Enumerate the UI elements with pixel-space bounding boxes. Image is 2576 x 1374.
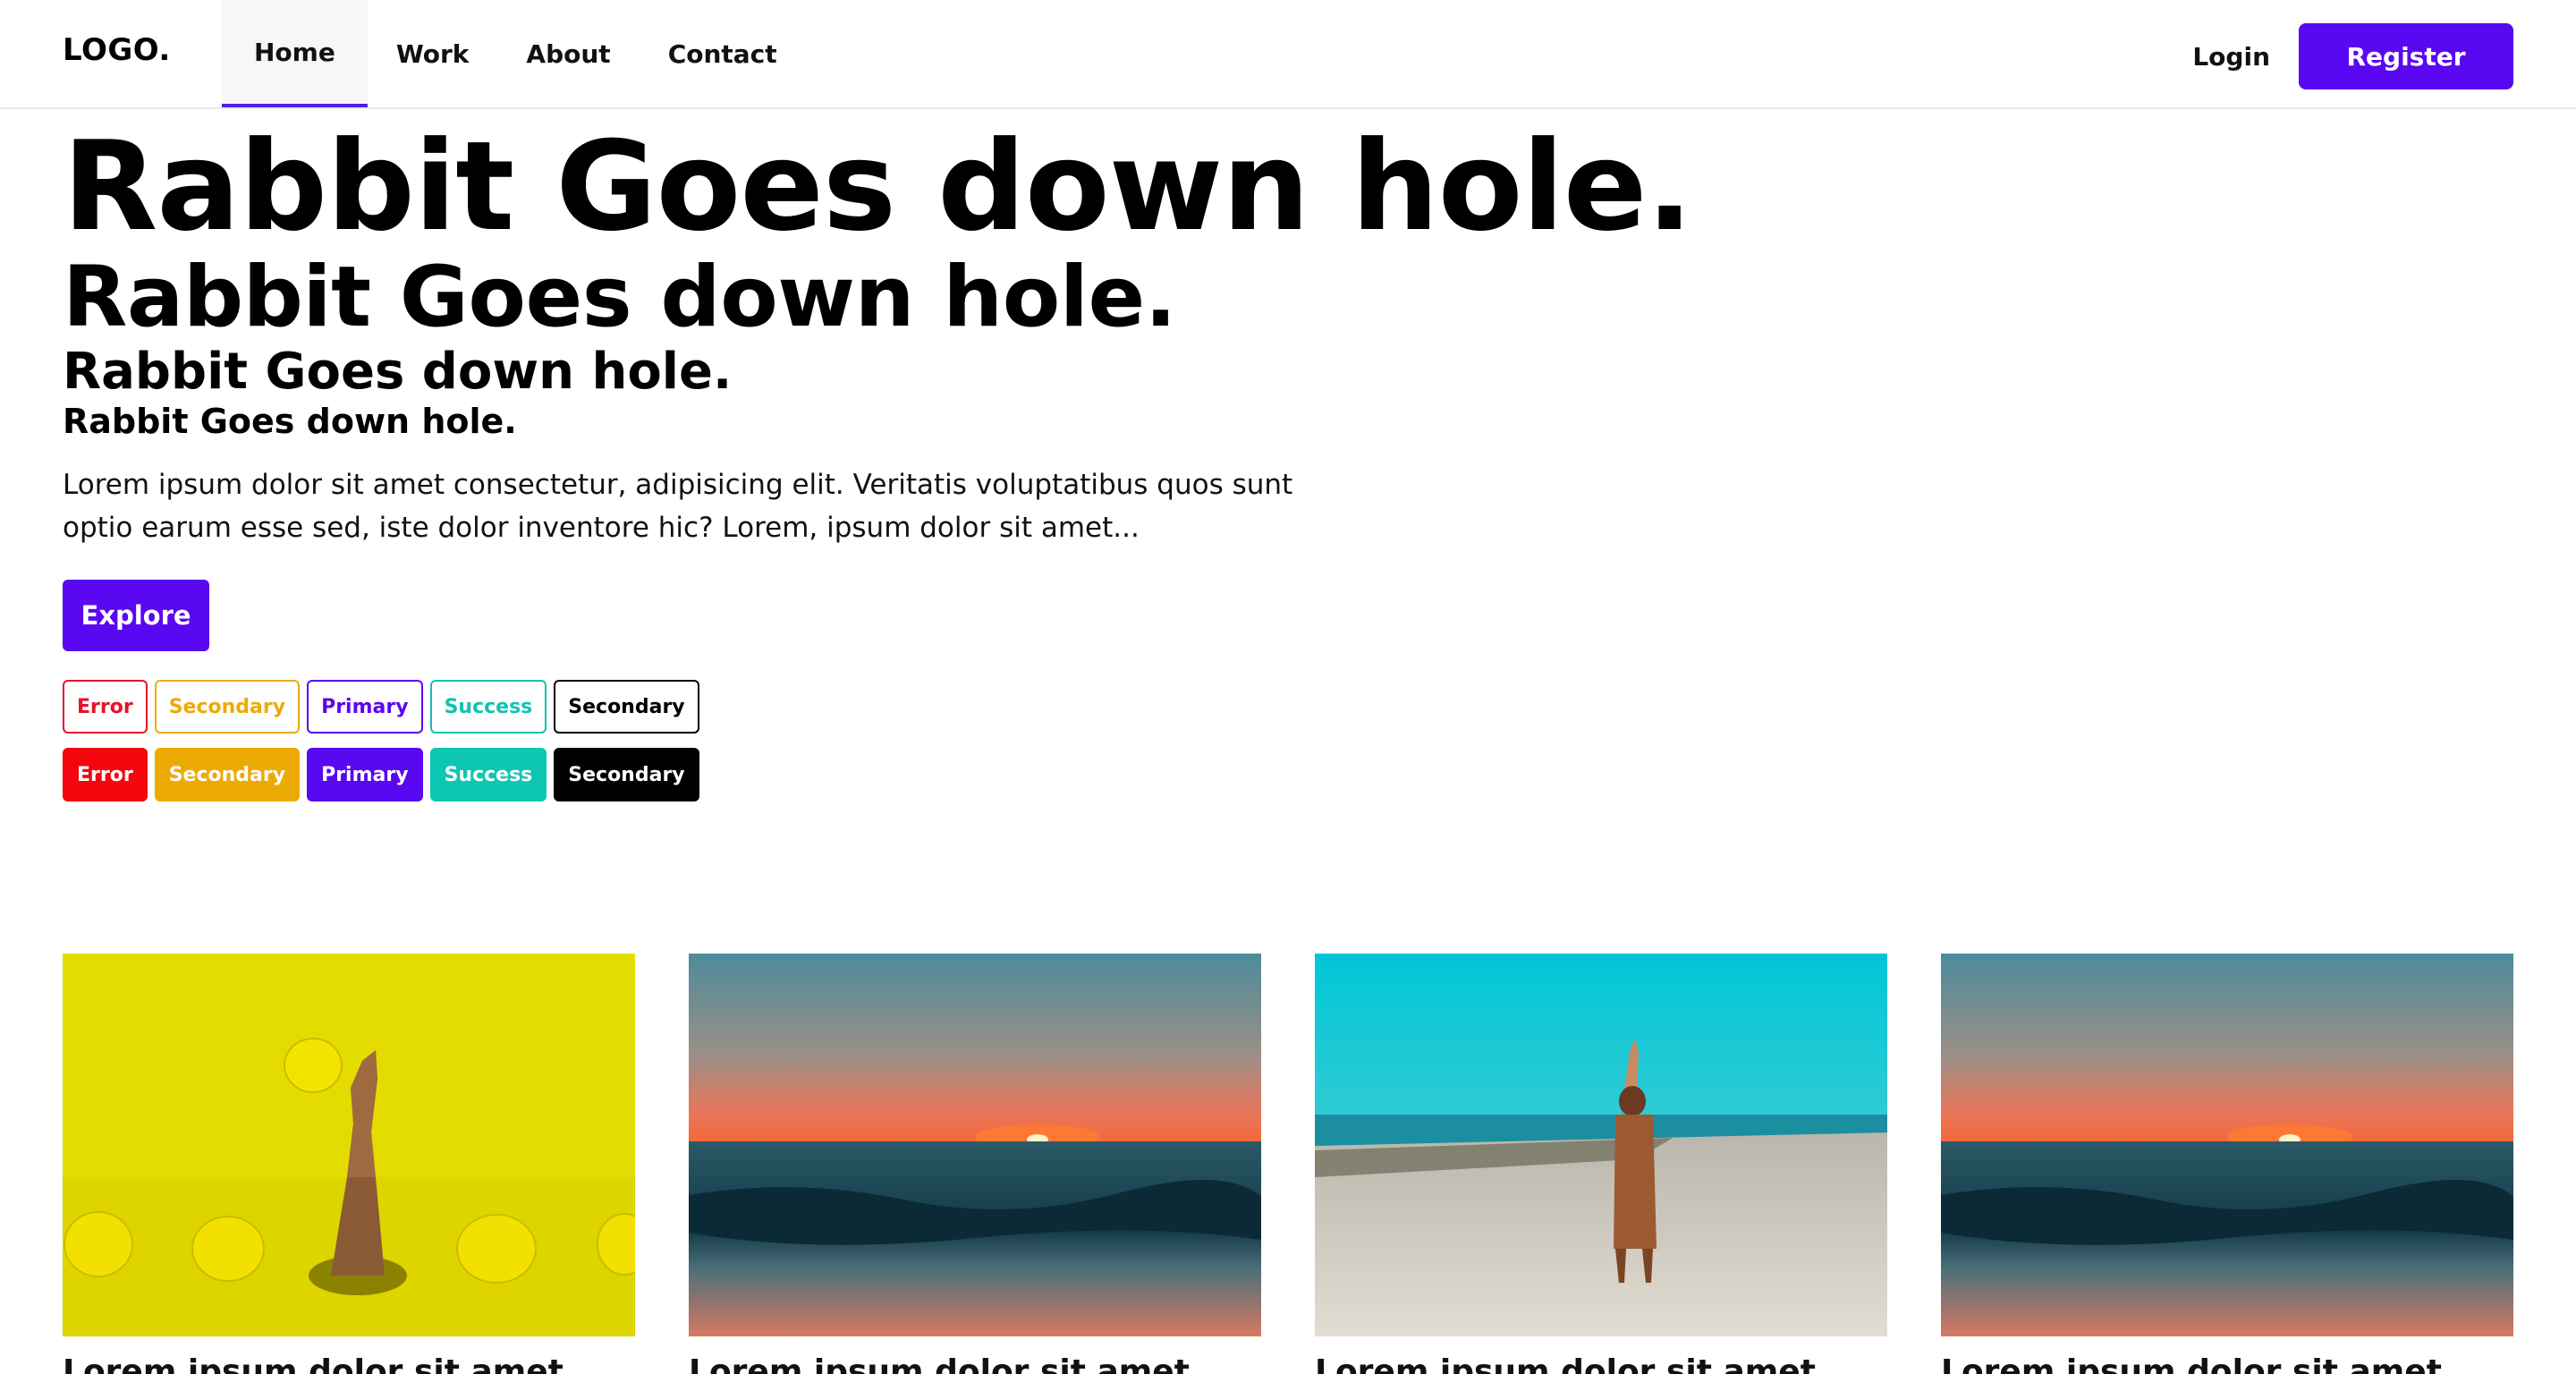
- outlined-badge-row: Error Secondary Primary Success Secondar…: [63, 680, 1762, 734]
- dark-filled-badge[interactable]: Secondary: [554, 748, 699, 802]
- card[interactable]: Lorem ipsum dolor sit amet: [1941, 954, 2513, 1374]
- login-link[interactable]: Login: [2192, 42, 2270, 72]
- nav-link-home[interactable]: Home: [222, 0, 368, 107]
- primary-filled-badge[interactable]: Primary: [307, 748, 423, 802]
- heading-1: Rabbit Goes down hole.: [63, 114, 1693, 259]
- success-outline-badge[interactable]: Success: [429, 680, 547, 734]
- register-button[interactable]: Register: [2299, 23, 2513, 89]
- sunset-sea-image: [1941, 954, 2513, 1336]
- nav-links: Home Work About Contact: [222, 0, 806, 107]
- beach-woman-image: [1315, 954, 1887, 1336]
- logo[interactable]: LOGO.: [63, 32, 171, 68]
- navbar: LOGO. Home Work About Contact Login Regi…: [0, 0, 2576, 109]
- error-filled-badge[interactable]: Error: [63, 748, 148, 802]
- card-grid: Lorem ipsum dolor sit amet Lorem ipsum d…: [63, 954, 2513, 1374]
- error-outline-badge[interactable]: Error: [63, 680, 148, 734]
- heading-4: Rabbit Goes down hole.: [63, 402, 517, 441]
- card-title: Lorem ipsum dolor sit amet: [1941, 1353, 2442, 1374]
- nav-link-work[interactable]: Work: [368, 0, 498, 107]
- primary-outline-badge[interactable]: Primary: [307, 680, 423, 734]
- card[interactable]: Lorem ipsum dolor sit amet: [1315, 954, 1887, 1374]
- heading-2: Rabbit Goes down hole.: [63, 249, 1176, 346]
- card-title: Lorem ipsum dolor sit amet: [63, 1353, 564, 1374]
- card-title: Lorem ipsum dolor sit amet: [1315, 1353, 1816, 1374]
- filled-badge-row: Error Secondary Primary Success Secondar…: [63, 748, 1762, 802]
- sunset-sea-image: [689, 954, 1261, 1336]
- hero-description: Lorem ipsum dolor sit amet consectetur, …: [63, 469, 1293, 544]
- card[interactable]: Lorem ipsum dolor sit amet: [689, 954, 1261, 1374]
- auth-actions: Login Register: [2192, 23, 2513, 89]
- secondary-filled-badge[interactable]: Secondary: [154, 748, 301, 802]
- explore-button[interactable]: Explore: [63, 580, 209, 651]
- hero-section: Rabbit Goes down hole. Rabbit Goes down …: [63, 125, 1762, 802]
- card-title: Lorem ipsum dolor sit amet: [689, 1353, 1190, 1374]
- lemon-hand-image: [63, 954, 635, 1336]
- card[interactable]: Lorem ipsum dolor sit amet: [63, 954, 635, 1374]
- heading-3: Rabbit Goes down hole.: [63, 343, 733, 401]
- nav-link-contact[interactable]: Contact: [640, 0, 806, 107]
- nav-link-about[interactable]: About: [497, 0, 639, 107]
- success-filled-badge[interactable]: Success: [429, 748, 547, 802]
- secondary-outline-badge[interactable]: Secondary: [154, 680, 301, 734]
- dark-outline-badge[interactable]: Secondary: [554, 680, 699, 734]
